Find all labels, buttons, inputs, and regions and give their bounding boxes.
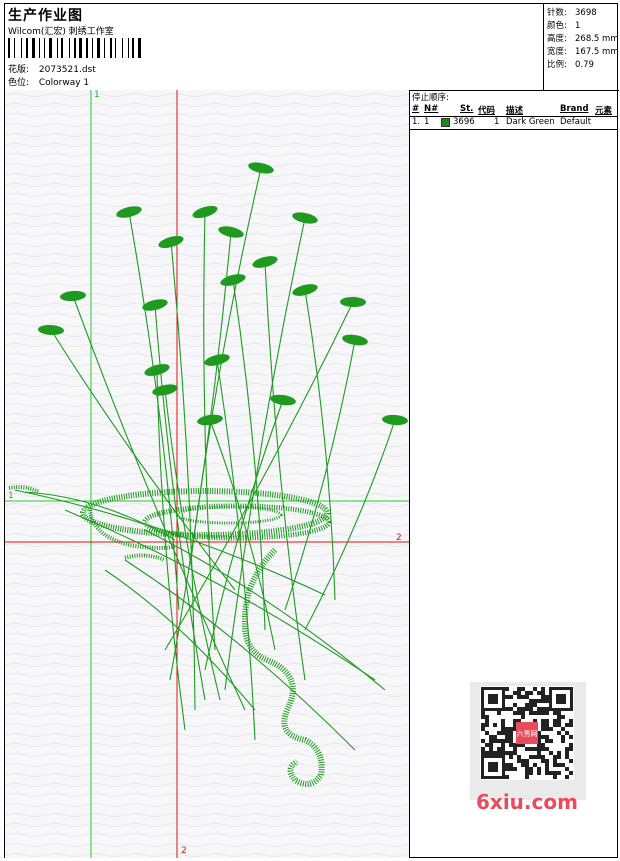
header-panel: 生产作业图 Wilcom(汇宏) 刺绣工作室 花版: 2073521.dst 色… (5, 4, 543, 91)
col-element: 元素 (595, 106, 613, 116)
color-swatch (441, 118, 450, 127)
stat-colors: 颜色: 1 (547, 19, 580, 31)
axis-label-y-bottom: 2 (181, 846, 187, 856)
barcode (8, 38, 144, 58)
stat-scale-label: 比例: (547, 60, 567, 70)
row-n: 1 (424, 117, 430, 127)
row-code: 1 (494, 117, 500, 127)
col-n: N# (424, 104, 439, 114)
embroidery-drawing (5, 90, 409, 858)
col-code: 代码 (478, 106, 496, 116)
colorway-line: 色位: Colorway 1 (8, 75, 89, 88)
stat-scale: 比例: 0.79 (547, 58, 594, 70)
stat-colors-label: 颜色: (547, 21, 567, 31)
stat-stitches: 针数: 3698 (547, 6, 597, 18)
embroidery-preview[interactable]: 1 1 2 2 (5, 90, 409, 858)
stat-width-label: 宽度: (547, 47, 567, 57)
row-brand: Default (560, 117, 592, 127)
row-num: 1. (412, 117, 421, 127)
axis-label-y-top: 1 (94, 90, 100, 100)
colorway-value: Colorway 1 (38, 78, 90, 88)
stat-colors-value: 1 (575, 21, 581, 31)
table-row[interactable]: 1. 1 3696 1 Dark Green Default (410, 116, 618, 130)
page-title: 生产作业图 (8, 8, 83, 24)
col-brand: Brand (560, 104, 589, 114)
col-st: St. (460, 104, 474, 114)
stat-height-label: 高度: (547, 34, 567, 44)
row-desc: Dark Green (506, 117, 555, 127)
stat-height-value: 268.5 mm (575, 34, 619, 44)
svg-text:六秀网: 六秀网 (517, 729, 538, 738)
qr-watermark: 六秀网 (470, 682, 586, 800)
stat-width: 宽度: 167.5 mm (547, 45, 619, 57)
company-name: Wilcom(汇宏) 刺绣工作室 (8, 27, 114, 37)
axis-label-x-right: 2 (396, 533, 402, 543)
stats-panel: 针数: 3698 颜色: 1 高度: 268.5 mm 宽度: 167.5 mm 比例:… (543, 4, 619, 91)
stop-sequence-header: # N# St. 代码 描述 Brand 元素 (410, 103, 618, 117)
stop-sequence-title: 停止顺序: (412, 93, 449, 103)
stat-stitches-label: 针数: (547, 8, 567, 18)
stat-width-value: 167.5 mm (575, 47, 619, 57)
stat-scale-value: 0.79 (575, 60, 594, 70)
stat-stitches-value: 3698 (575, 8, 597, 18)
col-num: # (412, 104, 420, 114)
axis-label-x-left: 1 (8, 491, 14, 501)
design-file-value: 2073521.dst (38, 65, 96, 75)
colorway-label: 色位: (8, 78, 30, 88)
row-st: 3696 (453, 117, 475, 127)
qr-code-icon: 六秀网 (480, 686, 574, 780)
design-file-line: 花版: 2073521.dst (8, 62, 96, 75)
design-file-label: 花版: (8, 65, 30, 75)
watermark-logo: 6xiu.com (476, 790, 578, 814)
col-desc: 描述 (506, 106, 524, 116)
stat-height: 高度: 268.5 mm (547, 32, 619, 44)
